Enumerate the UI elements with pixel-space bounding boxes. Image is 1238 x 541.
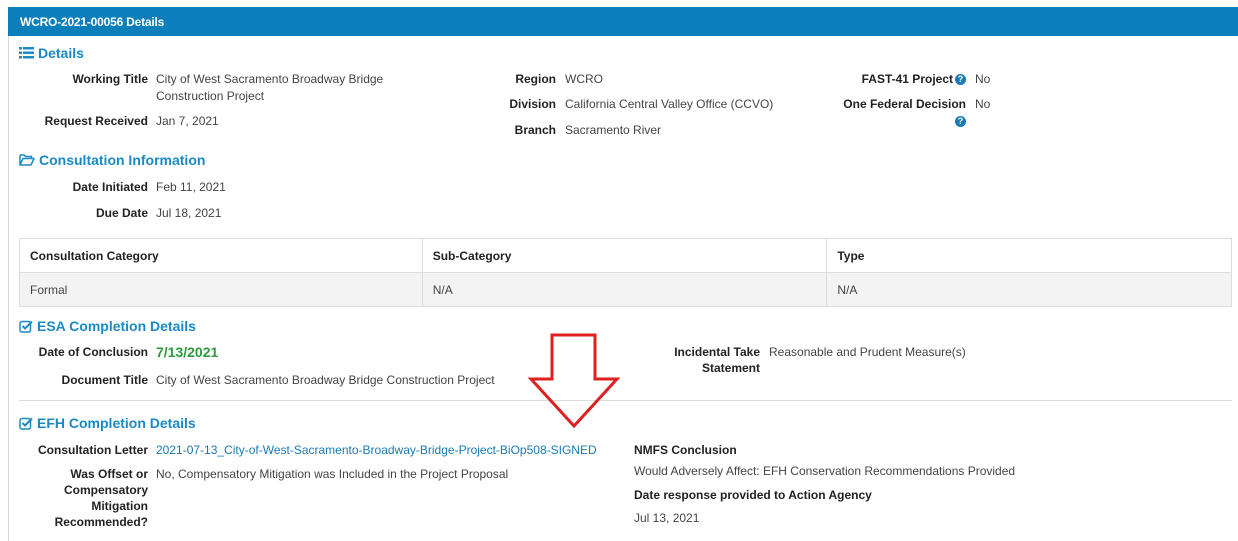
list-icon: [19, 47, 34, 59]
question-circle-icon[interactable]: ?: [955, 74, 966, 86]
date-initiated-label: Date Initiated: [72, 180, 148, 194]
details-heading: Details: [19, 45, 84, 61]
incidental-take-label-line1: Incidental Take: [674, 345, 760, 359]
question-circle-icon[interactable]: ?: [955, 116, 966, 128]
request-received-value: Jan 7, 2021: [156, 114, 219, 128]
panel-title: WCRO-2021-00056 Details: [8, 7, 1238, 36]
down-arrow-annotation: [528, 333, 620, 429]
date-response-label: Date response provided to Action Agency: [634, 488, 872, 502]
column-header-category: Consultation Category: [19, 238, 423, 273]
cell-subcategory: N/A: [421, 272, 828, 307]
division-value: California Central Valley Office (CCVO): [565, 97, 774, 111]
fast41-label: FAST-41 Project?: [800, 72, 966, 86]
details-heading-text: Details: [38, 45, 84, 61]
esa-heading-text: ESA Completion Details: [37, 318, 196, 334]
date-response-value: Jul 13, 2021: [634, 511, 700, 525]
nmfs-conclusion-value: Would Adversely Affect: EFH Conservation…: [634, 464, 1016, 478]
folder-open-icon: [19, 154, 35, 166]
request-received-label: Request Received: [44, 114, 148, 128]
section-divider: [19, 400, 1232, 401]
one-federal-help: ?: [953, 114, 966, 128]
check-square-icon: [19, 320, 33, 333]
due-date-label: Due Date: [95, 206, 148, 220]
division-label: Division: [509, 97, 556, 111]
esa-heading: ESA Completion Details: [19, 318, 196, 334]
branch-label: Branch: [514, 123, 556, 137]
date-of-conclusion-value: 7/13/2021: [156, 344, 219, 360]
date-initiated-value: Feb 11, 2021: [156, 180, 226, 194]
incidental-take-label-line2: Statement: [701, 361, 760, 375]
column-header-subcategory: Sub-Category: [421, 238, 828, 273]
consultation-letter-label: Consultation Letter: [38, 443, 148, 457]
offset-label-line1: Was Offset or: [70, 467, 148, 481]
due-date-value: Jul 18, 2021: [156, 206, 222, 220]
table-row: Formal N/A N/A: [19, 272, 1232, 307]
column-header-type: Type: [826, 238, 1232, 273]
working-title-label: Working Title: [72, 72, 148, 86]
fast41-label-text: FAST-41 Project: [861, 72, 953, 86]
region-value: WCRO: [565, 72, 603, 86]
working-title-value-line2: Construction Project: [156, 89, 265, 103]
efh-heading-text: EFH Completion Details: [37, 415, 196, 431]
offset-label-line3: Mitigation: [91, 499, 148, 513]
consultation-heading: Consultation Information: [19, 152, 205, 168]
date-of-conclusion-label: Date of Conclusion: [38, 345, 148, 359]
one-federal-value: No: [975, 97, 991, 111]
cell-category: Formal: [19, 272, 423, 307]
efh-heading: EFH Completion Details: [19, 415, 196, 431]
region-label: Region: [515, 72, 556, 86]
offset-label-line4: Recommended?: [54, 515, 148, 529]
cell-type: N/A: [826, 272, 1232, 307]
consultation-letter-link[interactable]: 2021-07-13_City-of-West-Sacramento-Broad…: [156, 443, 597, 457]
check-square-icon: [19, 417, 33, 430]
document-title-label: Document Title: [61, 373, 148, 387]
fast41-value: No: [975, 72, 991, 86]
offset-value: No, Compensatory Mitigation was Included…: [156, 467, 509, 481]
table-header-row: Consultation Category Sub-Category Type: [19, 238, 1232, 273]
nmfs-conclusion-label: NMFS Conclusion: [634, 443, 737, 457]
branch-value: Sacramento River: [565, 123, 662, 137]
document-title-value: City of West Sacramento Broadway Bridge …: [156, 373, 495, 387]
one-federal-label: One Federal Decision: [843, 97, 966, 111]
incidental-take-value: Reasonable and Prudent Measure(s): [769, 345, 966, 359]
consultation-heading-text: Consultation Information: [39, 152, 206, 168]
consultation-category-table: Consultation Category Sub-Category Type …: [19, 238, 1232, 307]
offset-label-line2: Compensatory: [63, 483, 148, 497]
working-title-value-line1: City of West Sacramento Broadway Bridge: [156, 72, 384, 86]
